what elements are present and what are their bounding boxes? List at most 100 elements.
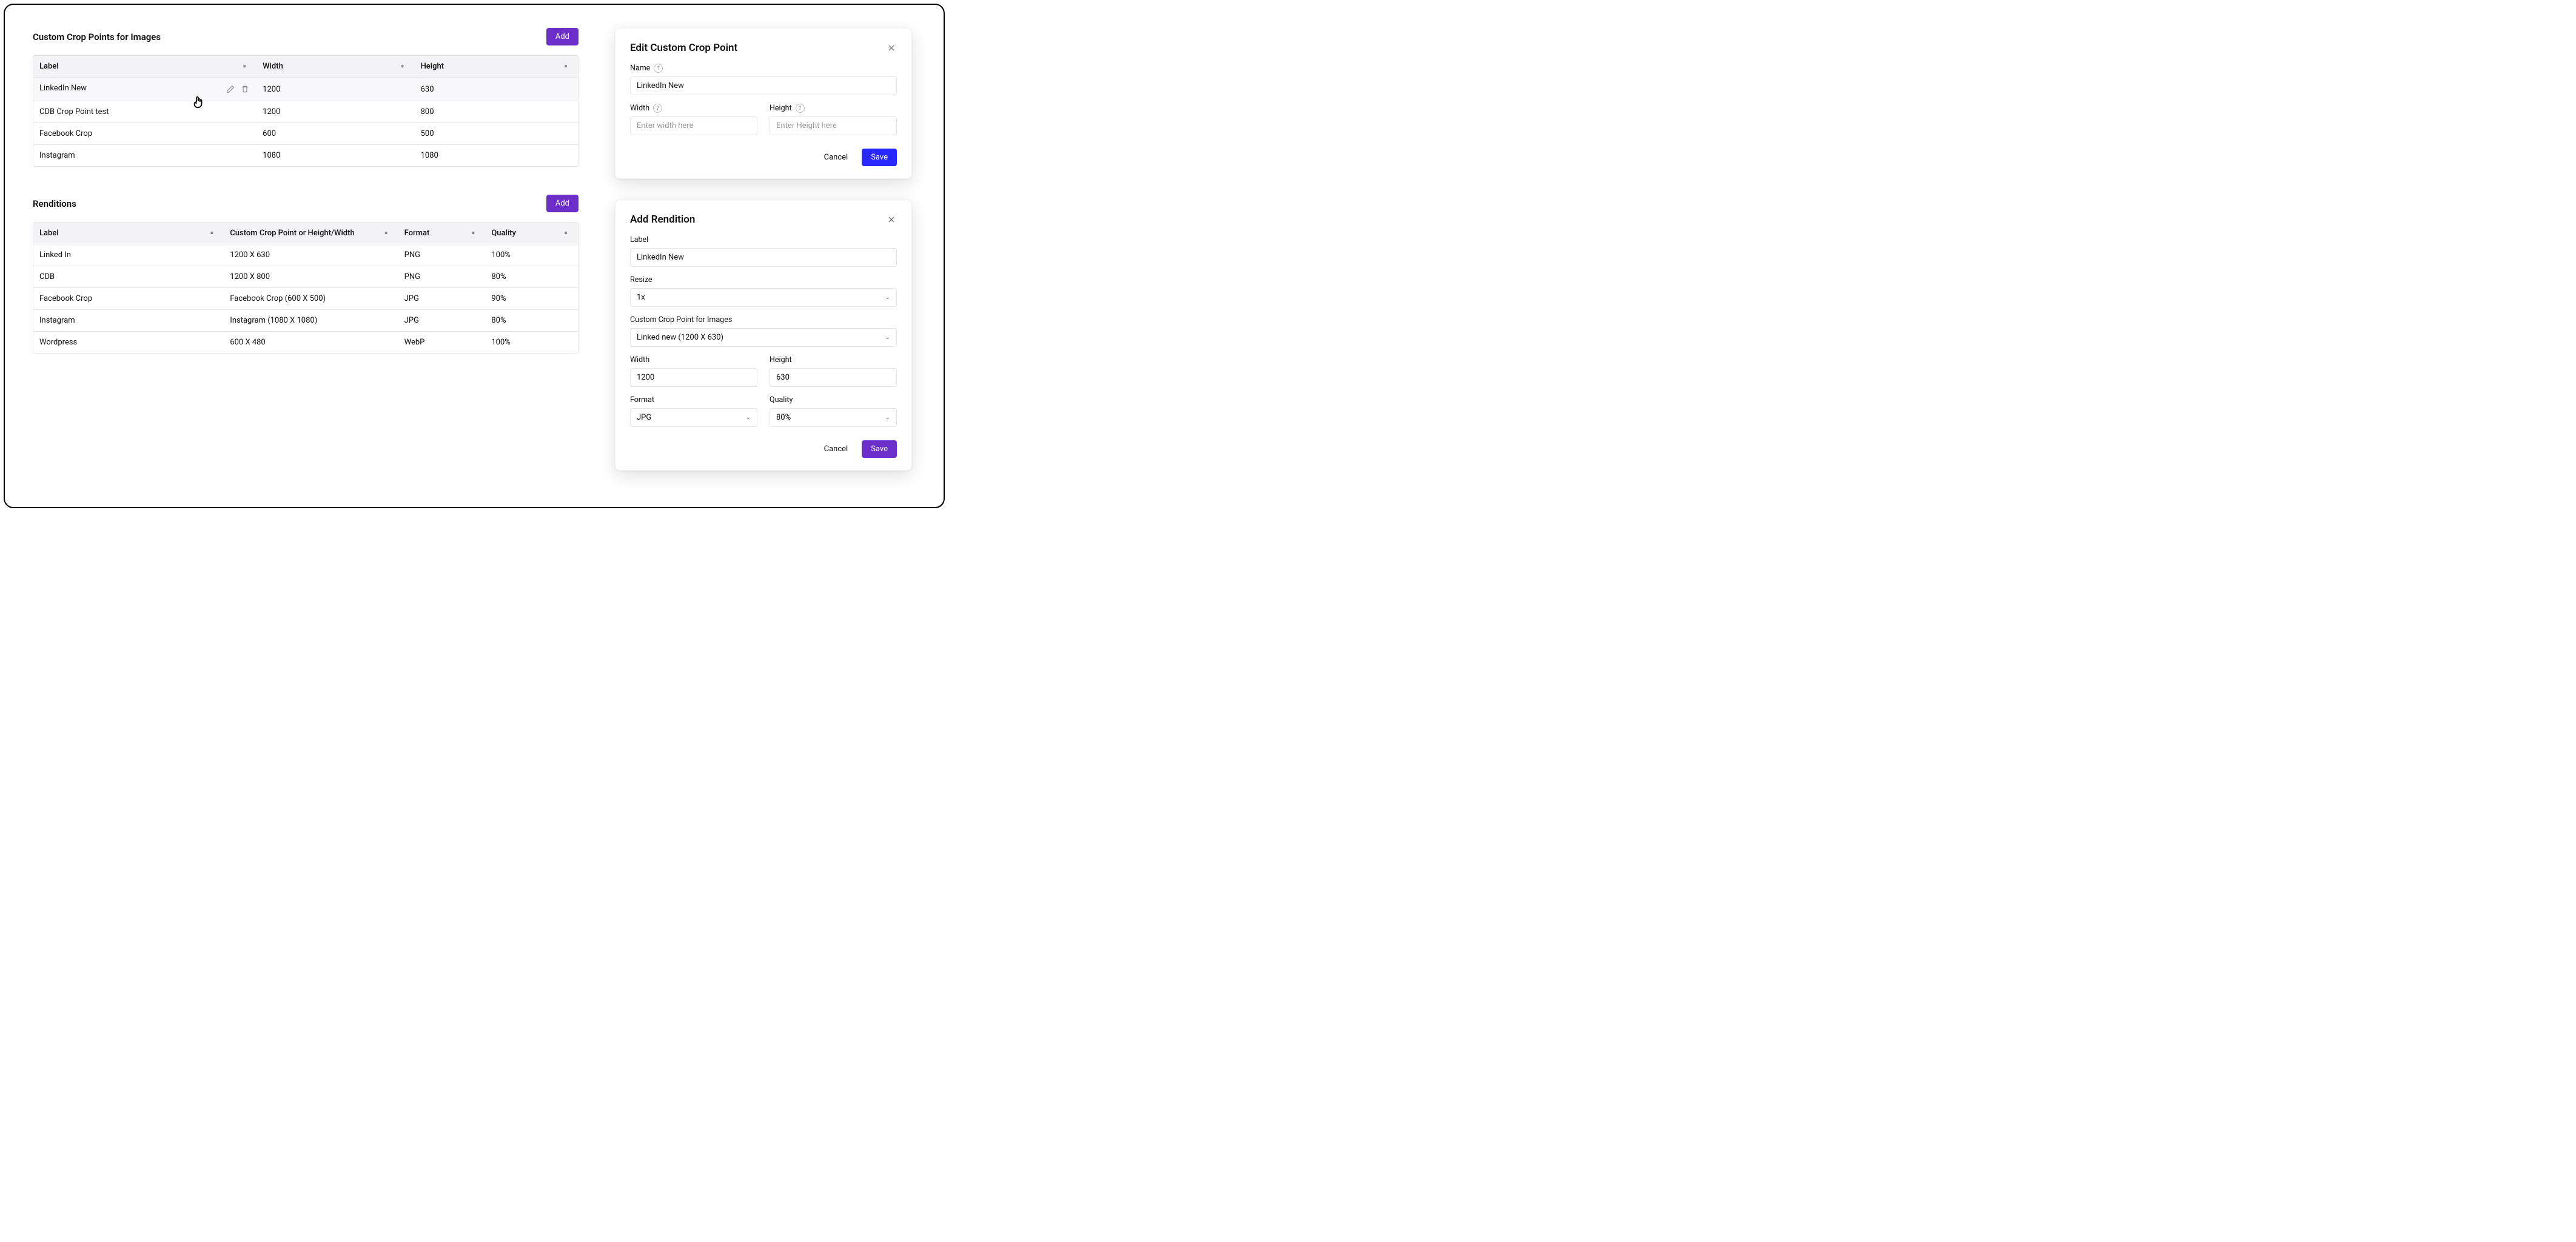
resize-label: Resize bbox=[630, 275, 897, 284]
crop-label: Custom Crop Point for Images bbox=[630, 315, 897, 324]
table-row[interactable]: Facebook Crop 600 500 bbox=[33, 123, 578, 145]
col-label[interactable]: Label bbox=[33, 56, 257, 78]
cancel-button[interactable]: Cancel bbox=[815, 149, 857, 166]
save-button[interactable]: Save bbox=[862, 149, 897, 166]
cell-width: 1200 bbox=[257, 101, 414, 123]
crop-points-table: Label Width Height LinkedIn New bbox=[33, 55, 579, 167]
chevron-down-icon: ⌄ bbox=[885, 334, 890, 341]
close-icon[interactable] bbox=[886, 214, 897, 225]
cell-label: Instagram bbox=[33, 145, 257, 166]
width-field[interactable] bbox=[630, 116, 757, 135]
table-row[interactable]: Instagram Instagram (1080 X 1080) JPG 80… bbox=[33, 310, 578, 332]
format-label: Format bbox=[630, 395, 757, 404]
label-field[interactable] bbox=[630, 248, 897, 267]
col-format[interactable]: Format bbox=[398, 223, 486, 244]
height-label: Height bbox=[770, 355, 897, 364]
cell-format: JPG bbox=[398, 288, 486, 310]
cell-label: Facebook Crop bbox=[33, 123, 257, 145]
side-panels: Edit Custom Crop Point Name ? Width ? bbox=[615, 28, 912, 471]
help-icon[interactable]: ? bbox=[796, 104, 805, 113]
table-row[interactable]: CDB Crop Point test 1200 800 bbox=[33, 101, 578, 123]
cell-label: Wordpress bbox=[33, 332, 224, 353]
main-content: Custom Crop Points for Images Add Label … bbox=[33, 28, 579, 381]
quality-label: Quality bbox=[770, 395, 897, 404]
crop-points-section: Custom Crop Points for Images Add Label … bbox=[33, 28, 579, 167]
col-height[interactable]: Height bbox=[415, 56, 578, 78]
add-rendition-panel: Add Rendition Label Resize 1x ⌄ Custom C… bbox=[615, 200, 912, 471]
save-button[interactable]: Save bbox=[862, 440, 897, 458]
cell-format: PNG bbox=[398, 266, 486, 288]
sort-icon bbox=[242, 66, 247, 67]
crop-select[interactable]: Linked new (1200 X 630) ⌄ bbox=[630, 328, 897, 347]
cell-crop: Instagram (1080 X 1080) bbox=[224, 310, 398, 332]
sort-icon bbox=[400, 66, 405, 67]
label-label: Label bbox=[630, 235, 897, 244]
col-crop[interactable]: Custom Crop Point or Height/Width bbox=[224, 223, 398, 244]
format-select[interactable]: JPG ⌄ bbox=[630, 408, 757, 427]
cell-format: WebP bbox=[398, 332, 486, 353]
add-rendition-button[interactable]: Add bbox=[546, 195, 579, 212]
panel-title: Edit Custom Crop Point bbox=[630, 42, 737, 54]
cell-quality: 100% bbox=[485, 244, 578, 266]
name-label: Name ? bbox=[630, 64, 897, 73]
height-field[interactable] bbox=[770, 368, 897, 387]
chevron-down-icon: ⌄ bbox=[885, 414, 890, 421]
name-field[interactable] bbox=[630, 76, 897, 95]
cell-label: Linked In bbox=[33, 244, 224, 266]
col-width[interactable]: Width bbox=[257, 56, 414, 78]
help-icon[interactable]: ? bbox=[653, 104, 662, 113]
cell-label: Facebook Crop bbox=[33, 288, 224, 310]
col-quality[interactable]: Quality bbox=[485, 223, 578, 244]
cell-label: CDB Crop Point test bbox=[33, 101, 257, 123]
cell-quality: 100% bbox=[485, 332, 578, 353]
col-label[interactable]: Label bbox=[33, 223, 224, 244]
table-row[interactable]: Instagram 1080 1080 bbox=[33, 145, 578, 166]
crop-points-title: Custom Crop Points for Images bbox=[33, 32, 161, 42]
chevron-down-icon: ⌄ bbox=[885, 294, 890, 301]
cell-width: 1200 bbox=[257, 78, 414, 101]
cell-height: 1080 bbox=[415, 145, 578, 166]
panel-title: Add Rendition bbox=[630, 213, 695, 226]
chevron-down-icon: ⌄ bbox=[746, 414, 751, 421]
table-row[interactable]: Wordpress 600 X 480 WebP 100% bbox=[33, 332, 578, 353]
table-row[interactable]: Linked In 1200 X 630 PNG 100% bbox=[33, 244, 578, 266]
cell-format: PNG bbox=[398, 244, 486, 266]
resize-select[interactable]: 1x ⌄ bbox=[630, 288, 897, 307]
trash-icon[interactable] bbox=[240, 84, 250, 95]
cell-label: LinkedIn New bbox=[39, 84, 87, 93]
cell-quality: 80% bbox=[485, 266, 578, 288]
cell-width: 600 bbox=[257, 123, 414, 145]
cell-label: CDB bbox=[33, 266, 224, 288]
height-field[interactable] bbox=[770, 116, 897, 135]
cell-crop: 600 X 480 bbox=[224, 332, 398, 353]
cell-height: 800 bbox=[415, 101, 578, 123]
renditions-title: Renditions bbox=[33, 198, 76, 209]
cell-height: 630 bbox=[415, 78, 578, 101]
cell-crop: Facebook Crop (600 X 500) bbox=[224, 288, 398, 310]
app-frame: Custom Crop Points for Images Add Label … bbox=[4, 4, 945, 508]
edit-crop-point-panel: Edit Custom Crop Point Name ? Width ? bbox=[615, 28, 912, 179]
cell-format: JPG bbox=[398, 310, 486, 332]
sort-icon bbox=[563, 66, 568, 67]
help-icon[interactable]: ? bbox=[654, 64, 663, 73]
cell-width: 1080 bbox=[257, 145, 414, 166]
cancel-button[interactable]: Cancel bbox=[815, 440, 857, 458]
cell-quality: 90% bbox=[485, 288, 578, 310]
cell-label: Instagram bbox=[33, 310, 224, 332]
renditions-table: Label Custom Crop Point or Height/Width … bbox=[33, 222, 579, 354]
width-label: Width bbox=[630, 355, 757, 364]
table-row[interactable]: Facebook Crop Facebook Crop (600 X 500) … bbox=[33, 288, 578, 310]
cell-height: 500 bbox=[415, 123, 578, 145]
renditions-section: Renditions Add Label Custom Crop Point o… bbox=[33, 195, 579, 354]
height-label: Height ? bbox=[770, 104, 897, 113]
close-icon[interactable] bbox=[886, 42, 897, 53]
cell-crop: 1200 X 630 bbox=[224, 244, 398, 266]
table-row[interactable]: LinkedIn New 1200 630 bbox=[33, 78, 578, 101]
width-label: Width ? bbox=[630, 104, 757, 113]
width-field[interactable] bbox=[630, 368, 757, 387]
add-crop-point-button[interactable]: Add bbox=[546, 28, 579, 45]
table-row[interactable]: CDB 1200 X 800 PNG 80% bbox=[33, 266, 578, 288]
edit-icon[interactable] bbox=[225, 84, 236, 95]
quality-select[interactable]: 80% ⌄ bbox=[770, 408, 897, 427]
cell-quality: 80% bbox=[485, 310, 578, 332]
